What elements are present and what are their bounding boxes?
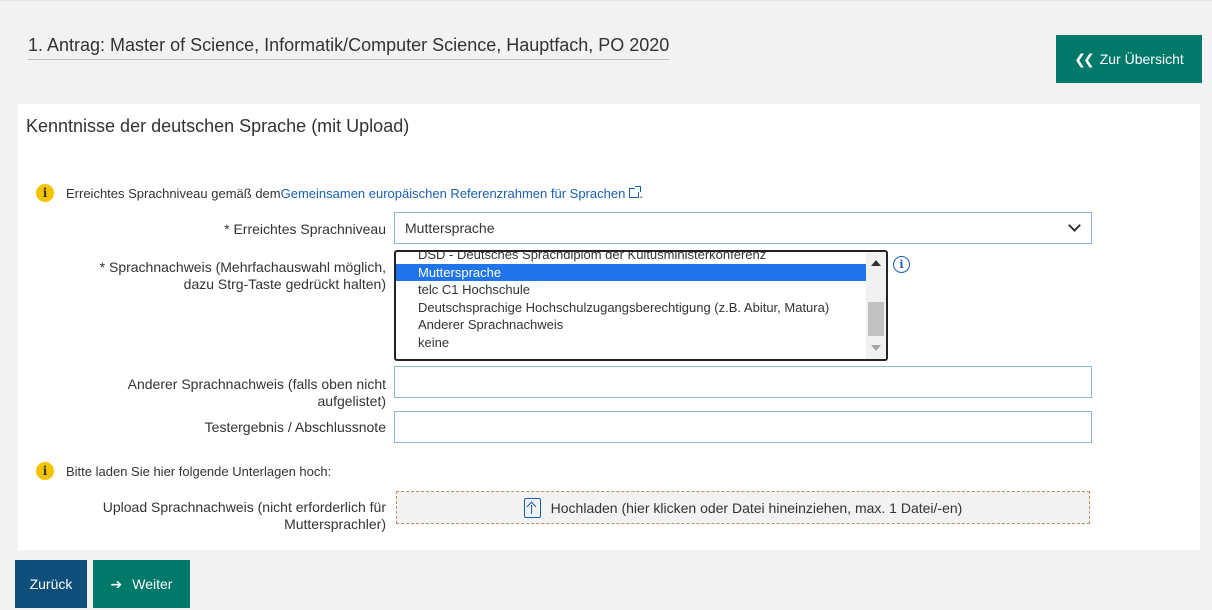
listbox-option[interactable]: Deutschsprachige Hochschulzugangsberecht… [396, 299, 866, 317]
listbox-scrollbar[interactable] [866, 252, 886, 359]
info-upload-hint: i Bitte laden Sie hier folgende Unterlag… [36, 462, 331, 480]
sprachniveau-value: Muttersprache [405, 220, 495, 236]
sprachnachweis-listbox[interactable]: DSD - Deutsches Sprachdiplom der Kultusm… [394, 250, 888, 361]
page-title: 1. Antrag: Master of Science, Informatik… [28, 35, 670, 60]
scroll-down-arrow-icon[interactable] [871, 345, 881, 351]
upload-label-line1: Upload Sprachnachweis (nicht erforderlic… [102, 499, 386, 515]
page-header: 1. Antrag: Master of Science, Informatik… [0, 0, 1212, 96]
scroll-thumb[interactable] [868, 302, 884, 336]
info-upload-text: Bitte laden Sie hier folgende Unterlagen… [66, 463, 332, 479]
anderer-label-line1: Anderer Sprachnachweis (falls oben nicht [127, 376, 386, 392]
sprachniveau-label: * Erreichtes Sprachniveau [224, 221, 386, 237]
cefr-link[interactable]: Gemeinsamen europäischen Referenzrahmen … [281, 186, 626, 201]
listbox-option[interactable]: DSD - Deutsches Sprachdiplom der Kultusm… [396, 252, 866, 264]
next-button-label: Weiter [132, 576, 173, 592]
testergebnis-input[interactable] [394, 411, 1092, 443]
upload-button-label: Hochladen (hier klicken oder Datei hinei… [550, 499, 963, 516]
scroll-up-arrow-icon[interactable] [871, 260, 881, 266]
upload-label-line2: Muttersprachler) [284, 516, 386, 532]
arrow-right-icon: ➔ [110, 575, 123, 592]
upload-file-icon [523, 497, 541, 518]
testergebnis-label: Testergebnis / Abschlussnote [204, 419, 386, 435]
listbox-option-selected[interactable]: Muttersprache [396, 263, 866, 281]
listbox-options: DSD - Deutsches Sprachdiplom der Kultusm… [396, 252, 866, 352]
overview-button[interactable]: ❮❮ Zur Übersicht [1056, 35, 1202, 83]
listbox-option[interactable]: Anderer Sprachnachweis [396, 316, 866, 334]
info-icon: i [36, 184, 54, 202]
circle-info-icon[interactable]: i [893, 256, 910, 273]
footer-bar: Zurück ➔ Weiter [0, 550, 1212, 610]
sprachnachweis-label-line2: dazu Strg-Taste gedrückt halten) [183, 276, 386, 292]
info-level-hint: i Erreichtes Sprachniveau gemäß dem Geme… [36, 184, 643, 202]
listbox-option[interactable]: telc C1 Hochschule [396, 281, 866, 299]
info-icon: i [36, 462, 54, 480]
sprachnachweis-label: * Sprachnachweis (Mehrfachauswahl möglic… [40, 259, 386, 293]
sprachnachweis-label-line1: * Sprachnachweis (Mehrfachauswahl möglic… [99, 259, 386, 275]
upload-dropzone[interactable]: Hochladen (hier klicken oder Datei hinei… [396, 491, 1090, 524]
back-button[interactable]: Zurück [15, 560, 87, 608]
next-button[interactable]: ➔ Weiter [93, 560, 190, 608]
anderer-nachweis-input[interactable] [394, 366, 1092, 398]
sprachniveau-select[interactable]: Muttersprache [394, 212, 1092, 244]
listbox-option[interactable]: keine [396, 334, 866, 352]
anderer-label-line2: aufgelistet) [317, 393, 386, 409]
info-level-text: Erreichtes Sprachniveau gemäß dem [66, 185, 281, 201]
upload-label: Upload Sprachnachweis (nicht erforderlic… [40, 499, 386, 533]
anderer-nachweis-label: Anderer Sprachnachweis (falls oben nicht… [40, 376, 386, 410]
section-title: Kenntnisse der deutschen Sprache (mit Up… [26, 116, 410, 136]
external-link-icon [629, 186, 642, 198]
double-chevron-left-icon: ❮❮ [1074, 50, 1095, 67]
overview-button-label: Zur Übersicht [1099, 51, 1184, 67]
chevron-down-icon [1068, 219, 1081, 232]
